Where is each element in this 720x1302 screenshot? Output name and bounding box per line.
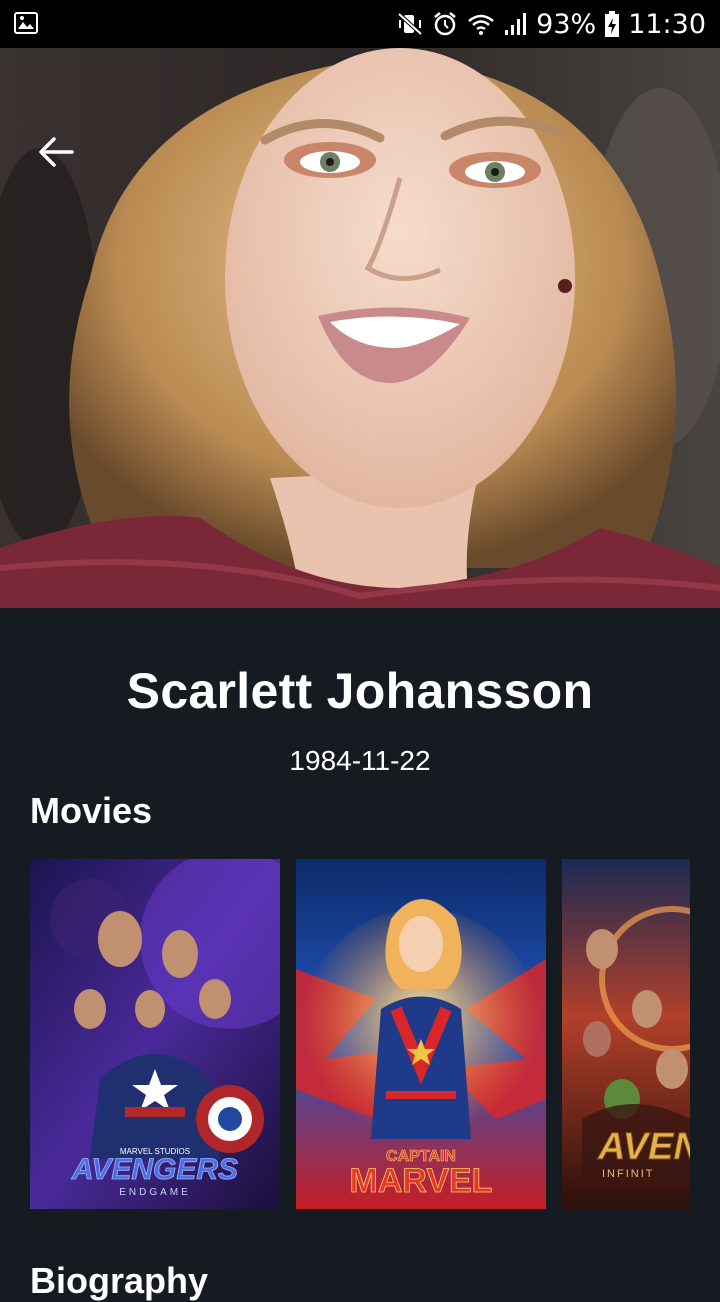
battery-charging-icon (604, 10, 620, 38)
arrow-left-icon (38, 136, 74, 168)
movies-carousel[interactable]: MARVEL STUDIOS AVENGERS ENDGAME CAPTAIN … (30, 859, 690, 1209)
poster-subtitle-art: INFINIT (602, 1168, 655, 1180)
clock-time: 11:30 (628, 8, 706, 40)
poster-subtitle-art: ENDGAME (119, 1187, 191, 1198)
mute-icon (396, 11, 424, 37)
poster-title-art: AVENGERS (71, 1153, 238, 1186)
back-button[interactable] (30, 130, 82, 174)
biography-section-title: Biography (30, 1260, 209, 1301)
signal-icon (504, 11, 528, 37)
birth-date: 1984-11-22 (289, 745, 431, 776)
battery-percent: 93% (536, 8, 597, 40)
movie-poster[interactable]: AVEN INFINIT (562, 859, 690, 1209)
profile-photo (0, 48, 720, 608)
movie-poster[interactable]: MARVEL STUDIOS AVENGERS ENDGAME (30, 859, 280, 1209)
poster-subtitle-art: MARVEL (350, 1162, 493, 1200)
person-name: Scarlett Johansson (126, 663, 594, 719)
movies-section-title: Movies (30, 790, 153, 831)
alarm-icon (432, 11, 458, 37)
image-notification-icon (14, 12, 38, 34)
status-bar: 93% 11:30 (0, 0, 720, 48)
movie-poster[interactable]: CAPTAIN MARVEL (296, 859, 546, 1209)
wifi-icon (466, 11, 496, 37)
poster-title-art: AVEN (597, 1126, 690, 1168)
